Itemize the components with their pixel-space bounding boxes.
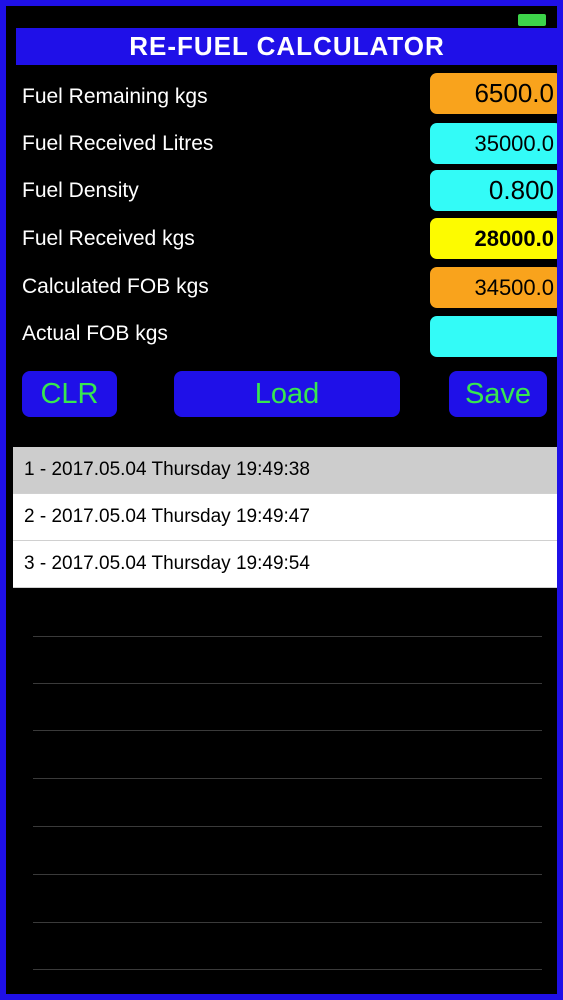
fuel-received-litres-label: Fuel Received Litres — [22, 132, 214, 155]
calculated-fob-label: Calculated FOB kgs — [22, 275, 209, 298]
calculated-fob-field[interactable]: 34500.0 — [430, 267, 557, 308]
app-frame: RE-FUEL CALCULATOR Fuel Remaining kgs 65… — [0, 0, 563, 1000]
empty-row-separator — [33, 730, 542, 731]
empty-row-separator — [33, 683, 542, 684]
actual-fob-label: Actual FOB kgs — [22, 322, 168, 345]
fuel-remaining-label: Fuel Remaining kgs — [22, 85, 208, 108]
fuel-received-kgs-field[interactable]: 28000.0 — [430, 218, 557, 259]
fuel-density-field[interactable]: 0.800 — [430, 170, 557, 211]
battery-icon — [518, 14, 546, 26]
record-list: 1 - 2017.05.04 Thursday 19:49:38 2 - 201… — [13, 447, 557, 588]
fuel-density-label: Fuel Density — [22, 179, 139, 202]
list-item[interactable]: 3 - 2017.05.04 Thursday 19:49:54 — [13, 541, 557, 588]
load-button[interactable]: Load — [174, 371, 400, 417]
fuel-remaining-field[interactable]: 6500.0 — [430, 73, 557, 114]
empty-row-separator — [33, 874, 542, 875]
fuel-received-kgs-label: Fuel Received kgs — [22, 227, 195, 250]
title-bar: RE-FUEL CALCULATOR — [16, 28, 557, 65]
empty-row-separator — [33, 778, 542, 779]
fuel-received-litres-field[interactable]: 35000.0 — [430, 123, 557, 164]
empty-row-separator — [33, 922, 542, 923]
actual-fob-field[interactable] — [430, 316, 557, 357]
empty-row-separator — [33, 969, 542, 970]
empty-row-separator — [33, 826, 542, 827]
list-item[interactable]: 2 - 2017.05.04 Thursday 19:49:47 — [13, 494, 557, 541]
empty-row-separator — [33, 636, 542, 637]
clear-button[interactable]: CLR — [22, 371, 117, 417]
save-button[interactable]: Save — [449, 371, 547, 417]
page-title: RE-FUEL CALCULATOR — [129, 31, 445, 61]
list-item[interactable]: 1 - 2017.05.04 Thursday 19:49:38 — [13, 447, 557, 494]
